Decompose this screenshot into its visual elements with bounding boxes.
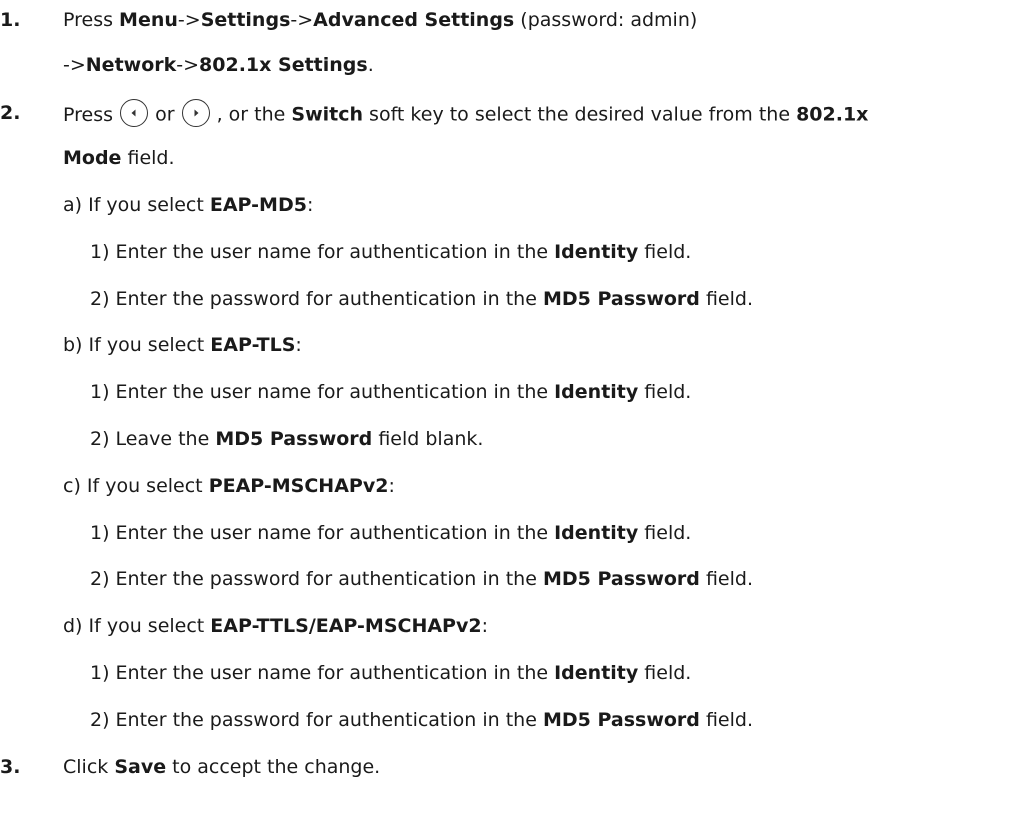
text: :	[481, 615, 488, 637]
text: 2) Enter the password for authentication…	[90, 709, 543, 731]
text: ->	[177, 9, 201, 31]
right-arrow-key-icon	[181, 99, 210, 127]
text: field.	[699, 709, 753, 731]
text: b) If you select	[63, 334, 211, 356]
advanced-settings-label: Advanced Settings	[313, 9, 515, 31]
text: field.	[699, 288, 753, 310]
mode-name: PEAP-MSCHAPv2	[208, 475, 389, 497]
field-name: Identity	[554, 381, 639, 403]
text: 1) Enter the user name for authenticatio…	[90, 522, 555, 544]
option-d-item-1: 1) Enter the user name for authenticatio…	[90, 661, 691, 685]
text: d) If you select	[63, 615, 211, 637]
text: c) If you select	[63, 475, 209, 497]
mode-name: EAP-MD5	[209, 194, 307, 216]
text: 2) Leave the	[90, 428, 216, 450]
text: :	[295, 334, 302, 356]
text: ->	[63, 54, 86, 76]
field-name: MD5 Password	[542, 709, 700, 731]
field-name: Identity	[554, 662, 639, 684]
text: field.	[638, 522, 692, 544]
mode-label: Mode	[63, 147, 122, 169]
settings-label: Settings	[200, 9, 291, 31]
field-name: Identity	[554, 522, 639, 544]
text: , or the	[210, 103, 292, 126]
text: or	[149, 103, 181, 126]
option-a-item-1: 1) Enter the user name for authenticatio…	[90, 240, 691, 264]
mode-name: EAP-TTLS/EAP-MSCHAPv2	[210, 615, 482, 637]
left-arrow-key-icon	[120, 99, 149, 127]
text: 2) Enter the password for authentication…	[90, 288, 543, 310]
text: 2) Enter the password for authentication…	[90, 568, 543, 590]
text: .	[367, 54, 374, 76]
text: field blank.	[372, 428, 484, 450]
text: field.	[638, 381, 692, 403]
field-name: Identity	[554, 241, 639, 263]
text: field.	[638, 662, 692, 684]
option-c-item-2: 2) Enter the password for authentication…	[90, 567, 753, 591]
option-b-heading: b) If you select EAP-TLS:	[63, 333, 302, 357]
802-1x-settings-label: 802.1x Settings	[199, 54, 368, 76]
option-b-item-1: 1) Enter the user name for authenticatio…	[90, 380, 691, 404]
text: to accept the change.	[166, 756, 381, 778]
option-b-item-2: 2) Leave the MD5 Password field blank.	[90, 427, 483, 451]
save-label: Save	[114, 756, 167, 778]
option-c-item-1: 1) Enter the user name for authenticatio…	[90, 521, 691, 545]
option-a-item-2: 2) Enter the password for authentication…	[90, 287, 753, 311]
text: Press	[63, 103, 120, 126]
step-3-line: 3. Click Save to accept the change.	[0, 755, 1000, 779]
text: :	[388, 475, 395, 497]
field-name: MD5 Password	[542, 568, 700, 590]
text: field.	[699, 568, 753, 590]
text: ->	[290, 9, 314, 31]
field-name: MD5 Password	[215, 428, 373, 450]
text: 1) Enter the user name for authenticatio…	[90, 381, 555, 403]
text: 1) Enter the user name for authenticatio…	[90, 662, 555, 684]
instruction-document: 1. Press Menu->Settings->Advanced Settin…	[0, 0, 1027, 815]
option-c-heading: c) If you select PEAP-MSCHAPv2:	[63, 474, 395, 498]
menu-label: Menu	[119, 9, 178, 31]
step-1-line-2: ->Network->802.1x Settings.	[63, 53, 374, 77]
802-1x-label: 802.1x	[796, 103, 869, 126]
step-number: 3.	[0, 756, 21, 778]
switch-soft-key-label: Switch	[291, 103, 364, 126]
text: Press	[63, 9, 120, 31]
step-number: 1.	[0, 9, 21, 31]
text: Click	[63, 756, 115, 778]
network-label: Network	[85, 54, 177, 76]
option-a-heading: a) If you select EAP-MD5:	[63, 193, 313, 217]
step-2-line-2: Mode field.	[63, 146, 175, 170]
option-d-heading: d) If you select EAP-TTLS/EAP-MSCHAPv2:	[63, 614, 488, 638]
text: field.	[638, 241, 692, 263]
text: 1) Enter the user name for authenticatio…	[90, 241, 555, 263]
text: ->	[176, 54, 200, 76]
option-d-item-2: 2) Enter the password for authentication…	[90, 708, 753, 732]
step-number: 2.	[0, 102, 21, 124]
field-name: MD5 Password	[542, 288, 700, 310]
text: soft key to select the desired value fro…	[363, 103, 797, 126]
step-1-line-1: 1. Press Menu->Settings->Advanced Settin…	[0, 8, 1000, 32]
text: a) If you select	[63, 194, 210, 216]
text: (password: admin)	[514, 9, 698, 31]
mode-name: EAP-TLS	[210, 334, 296, 356]
text: :	[306, 194, 314, 216]
step-2-line-1: 2. Press or , or the Switch soft key to …	[0, 99, 1027, 129]
text: field.	[121, 147, 175, 169]
